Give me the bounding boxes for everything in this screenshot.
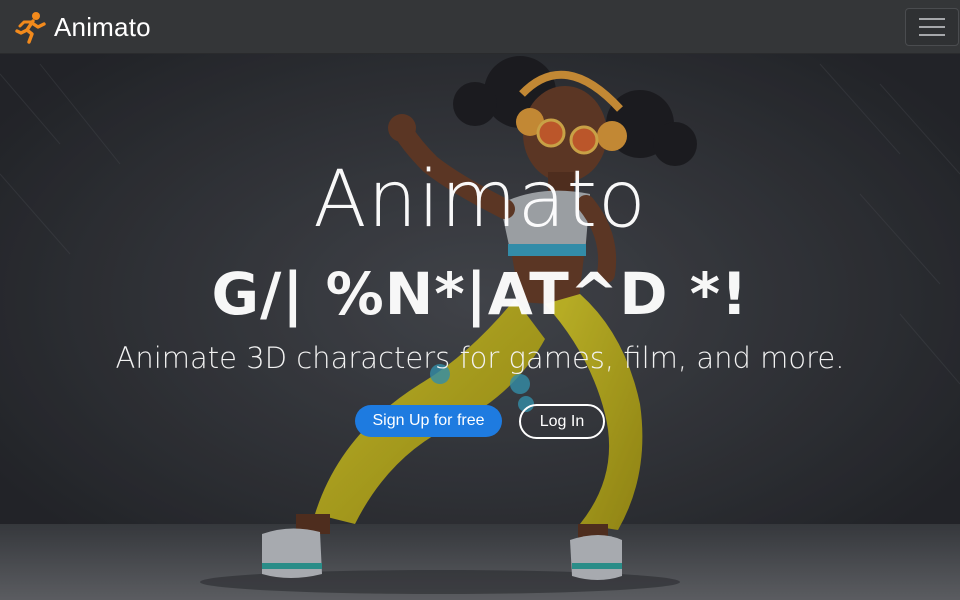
hamburger-menu-button[interactable]: [905, 8, 959, 46]
running-person-icon: [15, 12, 46, 44]
navbar: Animato: [0, 0, 960, 54]
hero-subtitle: Animate 3D characters for games, film, a…: [115, 341, 845, 375]
brand-link[interactable]: Animato: [14, 9, 151, 45]
brand-name: Animato: [54, 11, 151, 42]
hero-glitch-text: G/| %N*|AT^D *!: [211, 260, 749, 328]
hamburger-line: [919, 26, 945, 28]
hamburger-line: [919, 34, 945, 36]
hero-section: Animato G/| %N*|AT^D *! Animate 3D chara…: [0, 54, 960, 600]
sign-up-button[interactable]: Sign Up for free: [355, 405, 502, 437]
hero-title: Animato: [313, 155, 647, 245]
hamburger-line: [919, 18, 945, 20]
log-in-button[interactable]: Log In: [519, 404, 605, 439]
